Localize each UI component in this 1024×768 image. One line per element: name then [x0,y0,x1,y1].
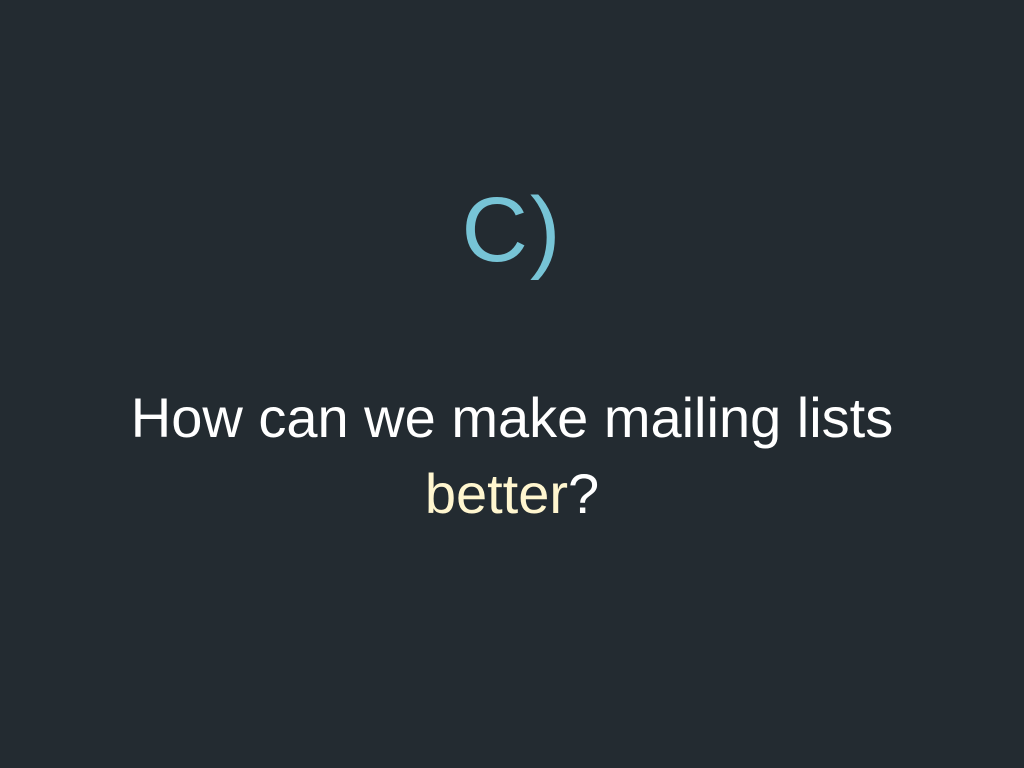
highlighted-word: better [424,462,569,525]
question-text: How can we make mailing lists better? [0,380,1024,532]
question-mark: ? [568,462,600,525]
question-line-1: How can we make mailing lists [130,386,894,449]
question-line-2: better? [0,456,1024,532]
option-marker: C) [461,179,563,281]
slide: C) How can we make mailing lists better? [0,0,1024,768]
